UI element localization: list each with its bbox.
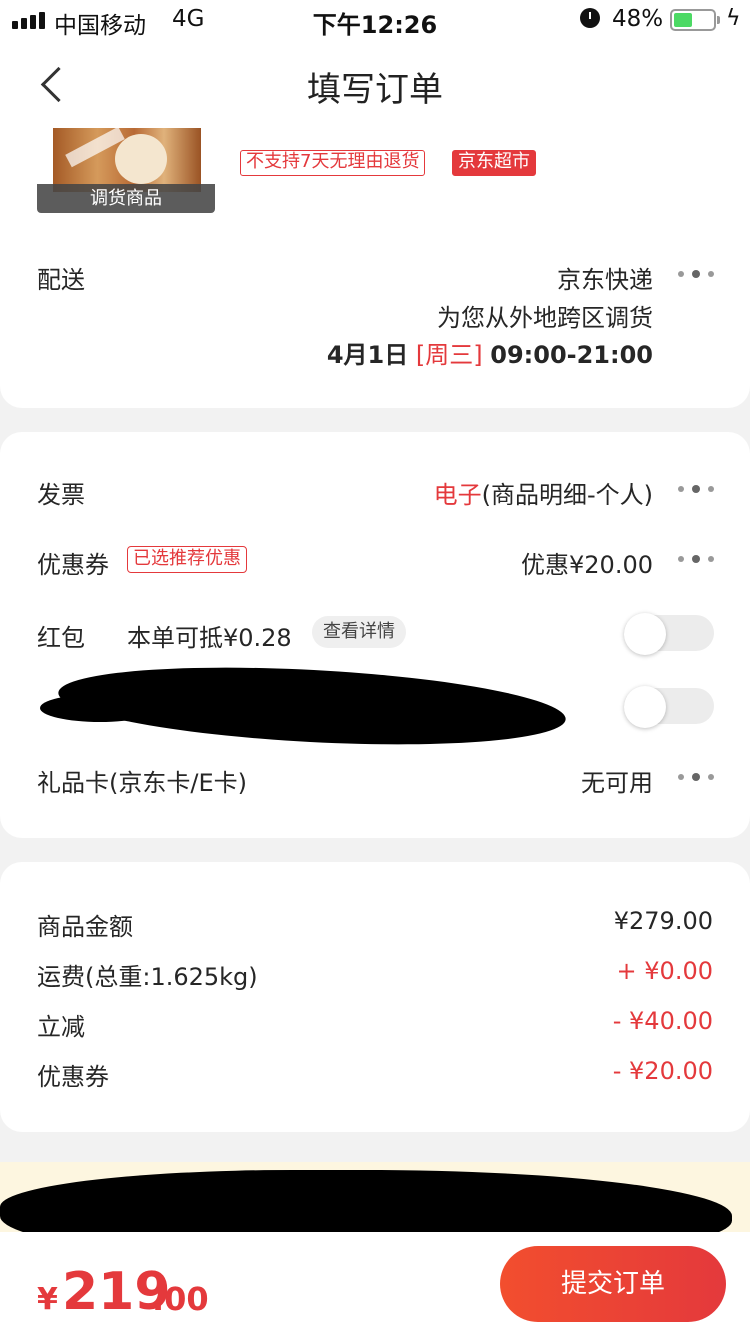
invoice-label: 发票 [37, 481, 85, 509]
nav-bar: 填写订单 [0, 40, 750, 128]
summary-label: 立减 [37, 1013, 85, 1041]
delivery-weekday: [周三] [415, 341, 483, 369]
page-title: 填写订单 [307, 70, 443, 110]
more-dots-icon[interactable] [678, 554, 714, 564]
delivery-label: 配送 [37, 266, 85, 294]
summary-value: - ¥20.00 [612, 1057, 713, 1085]
red-packet-toggle[interactable] [624, 613, 714, 655]
delivery-note: 为您从外地跨区调货 [437, 304, 653, 332]
total-amount-decimal: .00 [152, 1280, 209, 1318]
delivery-carrier[interactable]: 京东快递 [557, 260, 653, 295]
battery-icon [670, 9, 716, 31]
delivery-date: 4月1日 [326, 341, 409, 369]
delivery-time-range: 09:00-21:00 [490, 341, 653, 369]
redaction-scribble [40, 694, 160, 722]
battery-percent: 48% [612, 6, 664, 32]
more-dots-icon[interactable] [678, 772, 714, 782]
gift-card-value[interactable]: 无可用 [581, 763, 653, 798]
summary-label: 商品金额 [37, 913, 133, 941]
invoice-type: 电子 [433, 481, 482, 509]
red-packet-label: 红包 [37, 624, 85, 652]
summary-value: ¥279.00 [613, 907, 713, 935]
summary-label: 优惠券 [37, 1063, 109, 1091]
more-dots-icon[interactable] [678, 484, 714, 494]
product-image[interactable] [53, 128, 201, 192]
status-bar: 中国移动 4G 下午12:26 48% ϟ [0, 0, 750, 40]
coupon-recommended-tag: 已选推荐优惠 [127, 546, 247, 573]
delivery-time[interactable]: 4月1日 [周三] 09:00-21:00 [327, 335, 653, 370]
product-transfer-badge: 调货商品 [37, 184, 215, 213]
gift-card-label: 礼品卡(京东卡/E卡) [37, 769, 247, 797]
submit-order-button[interactable]: 提交订单 [500, 1246, 726, 1322]
payment-options-card: 发票 电子(商品明细-个人) 优惠券 已选推荐优惠 优惠¥20.00 红包 本单… [0, 432, 750, 838]
more-dots-icon[interactable] [678, 269, 714, 279]
summary-label: 运费(总重:1.625kg) [37, 963, 258, 991]
coupon-label: 优惠券 [37, 551, 109, 579]
redacted-row-toggle[interactable] [624, 686, 714, 728]
no-return-tag: 不支持7天无理由退货 [240, 150, 426, 176]
coupon-value[interactable]: 优惠¥20.00 [521, 545, 653, 580]
summary-value: + ¥0.00 [616, 957, 713, 985]
price-summary-card: 商品金额 ¥279.00 运费(总重:1.625kg) + ¥0.00 立减 -… [0, 862, 750, 1132]
invoice-value[interactable]: 电子(商品明细-个人) [434, 475, 653, 510]
charging-icon: ϟ [726, 6, 741, 31]
jd-supermarket-tag: 京东超市 [452, 150, 536, 176]
battery-tip [717, 16, 720, 24]
alarm-icon [580, 8, 600, 28]
checkout-bar: ¥ 219 .00 提交订单 [0, 1232, 750, 1334]
red-packet-desc: 本单可抵¥0.28 [127, 624, 292, 652]
total-currency: ¥ [37, 1282, 58, 1317]
red-packet-detail-button[interactable]: 查看详情 [312, 616, 406, 648]
summary-value: - ¥40.00 [612, 1007, 713, 1035]
invoice-detail: (商品明细-个人) [481, 481, 653, 509]
product-delivery-card: 调货商品 不支持7天无理由退货 京东超市 配送 京东快递 为您从外地跨区调货 4… [0, 128, 750, 408]
